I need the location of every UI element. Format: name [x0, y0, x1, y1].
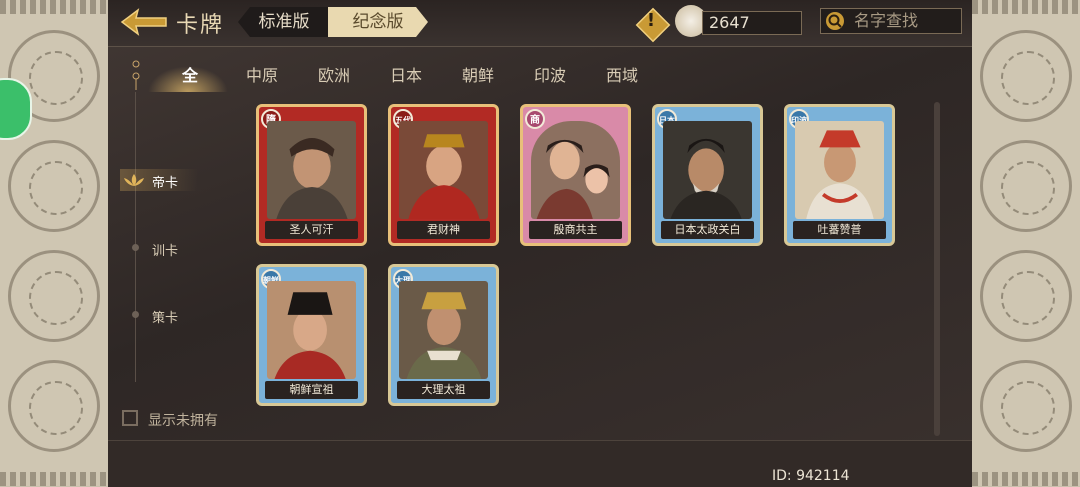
card-jun-caishen[interactable]: 五代 君财神	[388, 104, 499, 246]
card-name: 大理太祖	[397, 381, 490, 399]
standard-version-tab[interactable]: 标准版	[238, 7, 330, 37]
tab-western-regions[interactable]: 西域	[606, 62, 638, 86]
floating-assist-button[interactable]	[0, 78, 32, 140]
top-bar: 卡牌 标准版 纪念版 ! 2647 名字查找	[108, 0, 972, 47]
portrait-image	[795, 121, 884, 219]
category-line	[135, 92, 136, 382]
card-name: 吐蕃赞普	[793, 221, 886, 239]
card-riben-taizheng-guanbai[interactable]: 日本 日本太政关白	[652, 104, 763, 246]
portrait-image	[531, 121, 620, 219]
card-chaoxian-xuanzu[interactable]: 朝鲜 朝鲜宣祖	[256, 264, 367, 406]
search-icon	[826, 12, 844, 30]
portrait-image	[267, 281, 356, 379]
right-decorative-panel	[969, 0, 1080, 486]
card-yinshang-gongzhu[interactable]: 商 殷商共主	[520, 104, 631, 246]
category-training[interactable]: 训卡	[152, 240, 178, 259]
card-name: 圣人可汗	[265, 221, 358, 239]
category-strategy[interactable]: 策卡	[152, 307, 178, 326]
card-name: 日本太政关白	[661, 221, 754, 239]
back-button[interactable]	[120, 8, 168, 36]
category-emperor[interactable]: 帝卡	[152, 172, 178, 191]
region-tabs: 全 中原 欧洲 日本 朝鲜 印波 西域	[108, 46, 972, 92]
card-tubo-zanpu[interactable]: 印波 吐蕃赞普	[784, 104, 895, 246]
card-dali-taizu[interactable]: 大理 大理太祖	[388, 264, 499, 406]
portrait-image	[399, 281, 488, 379]
portrait-image	[663, 121, 752, 219]
card-shengren-kehan[interactable]: 隋 圣人可汗	[256, 104, 367, 246]
exclamation-icon: !	[646, 10, 656, 31]
card-name: 君财神	[397, 221, 490, 239]
portrait-image	[399, 121, 488, 219]
show-unowned-label: 显示未拥有	[148, 413, 218, 429]
commemorative-version-tab[interactable]: 纪念版	[328, 7, 428, 37]
tab-zhongyuan[interactable]: 中原	[246, 62, 278, 86]
page-title: 卡牌	[176, 13, 225, 38]
card-name: 殷商共主	[529, 221, 622, 239]
left-decorative-panel	[0, 0, 111, 486]
tab-indopersia[interactable]: 印波	[534, 62, 566, 86]
card-collection-panel: 卡牌 标准版 纪念版 ! 2647 名字查找 全 中原 欧洲 日本 朝鲜 印波 …	[108, 0, 972, 487]
search-placeholder: 名字查找	[854, 11, 919, 30]
region-badge: 商	[525, 109, 545, 129]
back-arrow-icon	[120, 8, 167, 36]
user-id: ID: 942114	[772, 468, 850, 484]
scrollbar[interactable]	[934, 102, 940, 436]
category-dot	[132, 244, 139, 251]
show-unowned-checkbox[interactable]	[122, 410, 138, 426]
portrait-image	[267, 121, 356, 219]
lotus-icon	[124, 174, 144, 186]
card-name: 朝鲜宣祖	[265, 381, 358, 399]
category-dot	[132, 311, 139, 318]
tab-japan[interactable]: 日本	[390, 62, 422, 86]
tab-all[interactable]: 全	[182, 62, 198, 86]
tab-europe[interactable]: 欧洲	[318, 62, 350, 86]
tab-korea[interactable]: 朝鲜	[462, 62, 494, 86]
search-field[interactable]: 名字查找	[820, 8, 962, 34]
currency-amount: 2647	[702, 11, 802, 35]
